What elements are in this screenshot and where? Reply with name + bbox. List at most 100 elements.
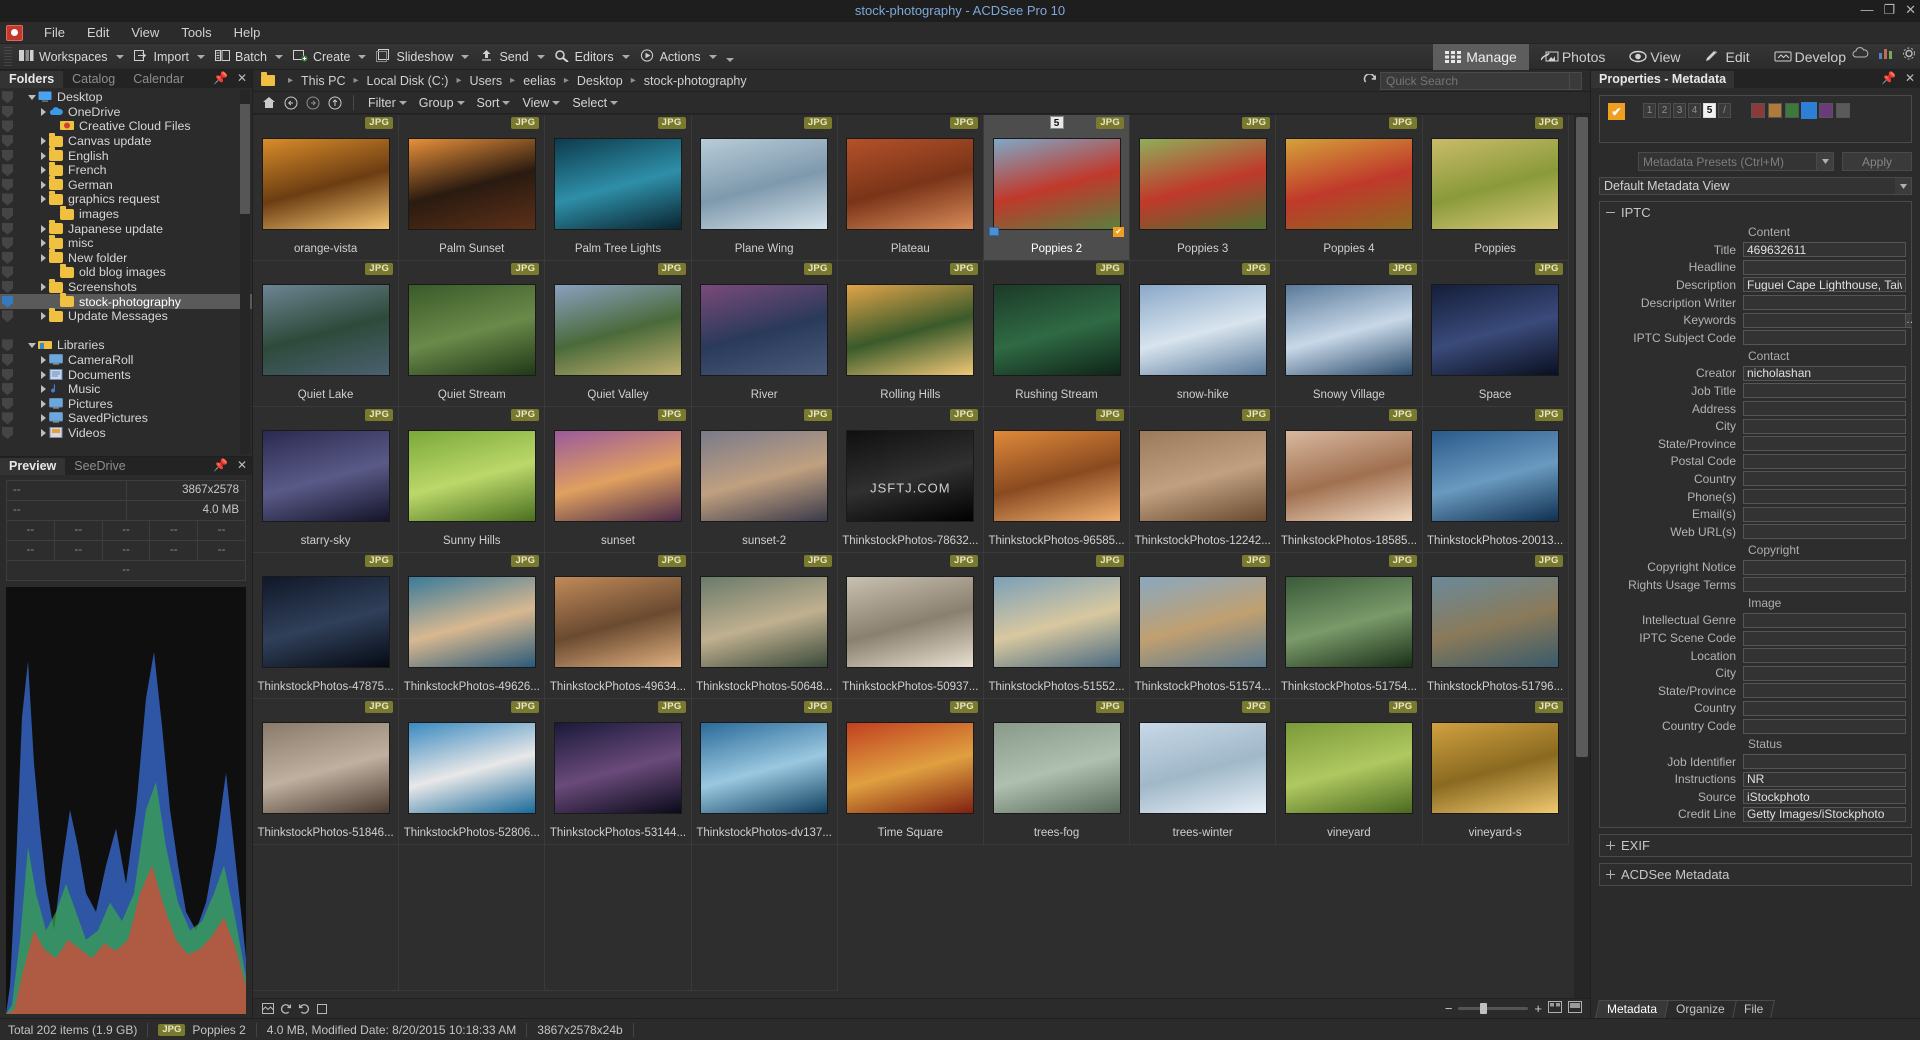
metadata-field-country[interactable]	[1743, 701, 1906, 716]
tree-item-graphics-request[interactable]: graphics request	[0, 192, 252, 207]
tree-item-german[interactable]: German	[0, 178, 252, 193]
tree-twisty-icon[interactable]	[37, 356, 49, 364]
thumbnail-item[interactable]	[692, 845, 838, 991]
menu-view[interactable]: View	[120, 23, 170, 42]
rating-5-button[interactable]: 5	[1703, 103, 1716, 118]
thumbnail-item[interactable]: JPGThinkstockPhotos-51552...	[984, 553, 1130, 699]
toolbar-workspaces[interactable]: Workspaces	[14, 47, 129, 66]
tree-item-stock-photography[interactable]: stock-photography	[0, 294, 252, 309]
tree-twisty-icon[interactable]	[37, 152, 49, 160]
metadata-field-headline[interactable]	[1743, 260, 1906, 275]
metadata-field-state-province[interactable]	[1743, 683, 1906, 698]
mode-develop[interactable]: Develop	[1762, 44, 1858, 70]
thumbnail-item[interactable]: JPGSunny Hills	[399, 407, 545, 553]
metadata-section-acdsee-metadata[interactable]: ACDSee Metadata	[1599, 863, 1912, 886]
thumbnail-item[interactable]: JPGsunset-2	[692, 407, 838, 553]
rating-3-button[interactable]: 3	[1673, 103, 1686, 118]
thumbnail-item[interactable]: JPGRiver	[692, 261, 838, 407]
color-label-0[interactable]	[1751, 103, 1765, 118]
tree-item-onedrive[interactable]: OneDrive	[0, 455, 252, 456]
metadata-field-email-s-[interactable]	[1743, 507, 1906, 522]
thumbnail-item[interactable]: JPGPoppies 4	[1276, 115, 1422, 261]
color-label-1[interactable]	[1768, 103, 1782, 118]
thumbnail-item[interactable]: JPGThinkstockPhotos-53144...	[545, 699, 691, 845]
tree-shield-icon[interactable]	[2, 91, 13, 103]
thumbnail-item[interactable]: JPGPlane Wing	[692, 115, 838, 261]
delete-icon[interactable]	[313, 1001, 331, 1017]
breadcrumb-stock-photography[interactable]: stock-photography	[642, 74, 749, 88]
thumbnail-item[interactable]: JPGPoppies 3	[1130, 115, 1276, 261]
metadata-field-copyright-notice[interactable]	[1743, 560, 1906, 575]
thumbnail-item[interactable]: JPGorange-vista	[253, 115, 399, 261]
metadata-field-creator[interactable]	[1743, 366, 1906, 381]
tree-shield-icon[interactable]	[2, 296, 13, 308]
tree-item-english[interactable]: English	[0, 148, 252, 163]
tag-checkbox[interactable]: ✔	[1608, 103, 1625, 120]
toolbar-grip[interactable]	[4, 47, 12, 67]
tree-item-misc[interactable]: misc	[0, 236, 252, 251]
group-menu[interactable]: Group	[413, 94, 469, 112]
thumbnail-item[interactable]: JPGThinkstockPhotos-18585...	[1276, 407, 1422, 553]
metadata-field-intellectual-genre[interactable]	[1743, 613, 1906, 628]
color-label-buttons[interactable]	[1751, 103, 1850, 118]
tab-calendar[interactable]: Calendar	[124, 71, 193, 88]
thumbnail-item[interactable]: JPGQuiet Lake	[253, 261, 399, 407]
tree-shield-icon[interactable]	[2, 150, 13, 162]
tree-twisty-icon[interactable]	[37, 195, 49, 203]
view-menu[interactable]: View	[516, 94, 564, 112]
chevron-down-icon[interactable]	[1895, 178, 1911, 194]
tree-twisty-icon[interactable]	[37, 137, 49, 145]
tree-shield-icon[interactable]	[2, 281, 13, 293]
toolbar-editors[interactable]: Editors	[550, 47, 635, 66]
tree-shield-icon[interactable]	[2, 120, 13, 132]
tab-seedrive[interactable]: SeeDrive	[65, 458, 134, 475]
tree-twisty-icon[interactable]	[26, 95, 38, 100]
thumbnail-item[interactable]: JPGPalm Sunset	[399, 115, 545, 261]
rating-4-button[interactable]: 4	[1688, 103, 1701, 118]
menu-file[interactable]: File	[33, 23, 76, 42]
thumbnail-item[interactable]	[545, 845, 691, 991]
breadcrumb-desktop[interactable]: Desktop	[575, 74, 625, 88]
forward-icon[interactable]	[303, 94, 323, 112]
thumbnail-item[interactable]: JPGvineyard-s	[1423, 699, 1569, 845]
tree-item-music[interactable]: Music	[0, 382, 252, 397]
metadata-scroll-area[interactable]: IPTCContentTitleHeadlineDescriptionDescr…	[1599, 201, 1912, 996]
tree-twisty-icon[interactable]	[37, 400, 49, 408]
thumbnail-size-icon[interactable]	[259, 1001, 277, 1017]
thumbnail-item[interactable]: JPGPalm Tree Lights	[545, 115, 691, 261]
tree-item-pictures[interactable]: Pictures	[0, 396, 252, 411]
tree-item-japanese-update[interactable]: Japanese update	[0, 221, 252, 236]
chevron-down-icon[interactable]	[358, 55, 366, 59]
metadata-field-postal-code[interactable]	[1743, 454, 1906, 469]
grid-scrollbar[interactable]	[1574, 115, 1590, 998]
folder-tree[interactable]: DesktopOneDriveCreative Cloud FilesCanva…	[0, 88, 252, 456]
color-label-5[interactable]	[1836, 103, 1850, 118]
thumbnail-item[interactable]: JPGThinkstockPhotos-47875...	[253, 553, 399, 699]
metadata-section-exif[interactable]: EXIF	[1599, 834, 1912, 857]
mode-photos[interactable]: Photos	[1529, 44, 1618, 70]
sort-menu[interactable]: Sort	[471, 94, 515, 112]
rotate-right-icon[interactable]	[295, 1001, 313, 1017]
metadata-field-job-identifier[interactable]	[1743, 754, 1906, 769]
view-mode-filmstrip-icon[interactable]	[1568, 1001, 1582, 1016]
metadata-field-title[interactable]	[1743, 242, 1906, 257]
tree-shield-icon[interactable]	[2, 383, 13, 395]
thumbnail-item[interactable]: JPGTime Square	[838, 699, 984, 845]
thumbnail-item[interactable]	[399, 845, 545, 991]
thumbnail-item[interactable]: JPGRolling Hills	[838, 261, 984, 407]
thumbnail-item[interactable]: JPGThinkstockPhotos-78632...JSFTJ.COM	[838, 407, 984, 553]
tree-item-french[interactable]: French	[0, 163, 252, 178]
thumbnail-item[interactable]: JPGThinkstockPhotos-52806...	[399, 699, 545, 845]
tree-item-old-blog-images[interactable]: old blog images	[0, 265, 252, 280]
metadata-view-select[interactable]: Default Metadata View	[1599, 177, 1912, 195]
maximize-button[interactable]: ❐	[1883, 2, 1895, 18]
tree-twisty-icon[interactable]	[37, 414, 49, 422]
tree-twisty-icon[interactable]	[37, 181, 49, 189]
chevron-down-icon[interactable]	[116, 55, 124, 59]
pin-icon[interactable]: 📌	[213, 71, 228, 85]
metadata-field-web-url-s-[interactable]	[1743, 524, 1906, 539]
search-dropdown-button[interactable]	[1570, 72, 1582, 90]
rating-clear-button[interactable]: /	[1718, 103, 1731, 118]
rotate-left-icon[interactable]	[277, 1001, 295, 1017]
tree-shield-icon[interactable]	[2, 266, 13, 278]
